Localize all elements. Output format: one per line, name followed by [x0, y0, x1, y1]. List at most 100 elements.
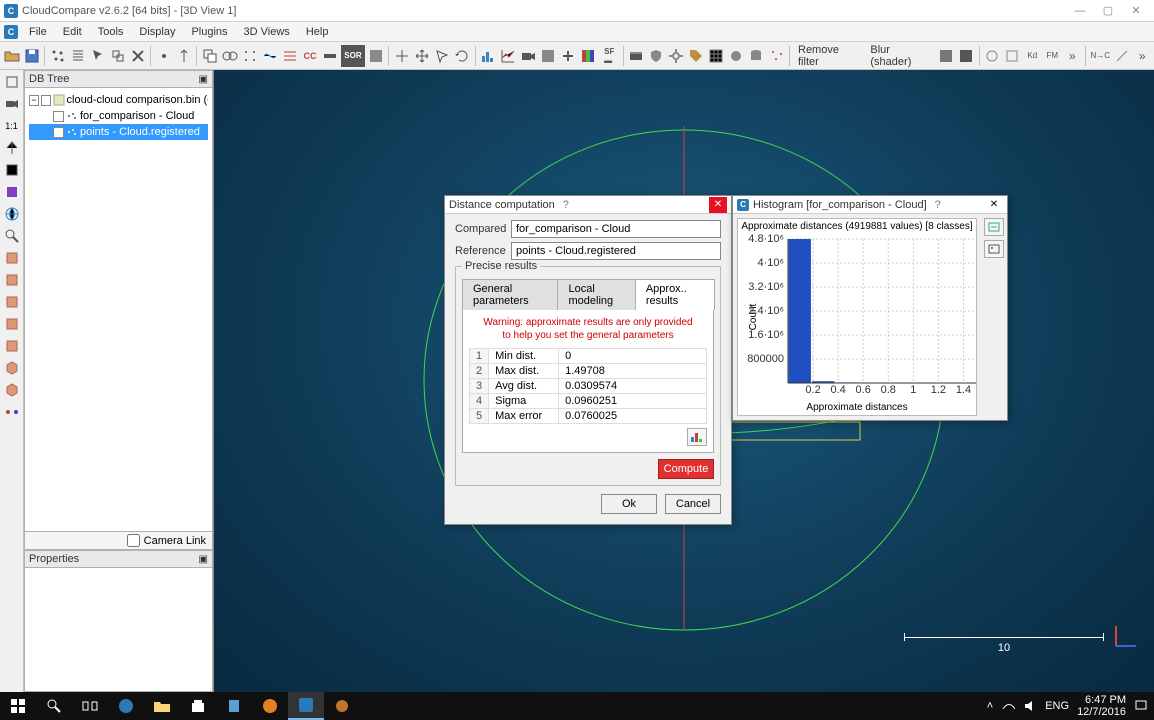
pick-rotation-icon[interactable] [2, 138, 22, 158]
movie-icon[interactable] [627, 45, 646, 67]
properties-undock-icon[interactable]: ▣ [199, 554, 208, 565]
points-icon[interactable] [767, 45, 786, 67]
close-button[interactable]: ✕ [1122, 1, 1150, 21]
menu-help[interactable]: Help [299, 24, 336, 40]
view-back-icon[interactable] [2, 270, 22, 290]
firefox-icon[interactable] [252, 692, 288, 720]
dialog-close-button[interactable]: ✕ [709, 197, 727, 213]
edge-icon[interactable] [108, 692, 144, 720]
cc-label-icon[interactable]: CC [301, 45, 320, 67]
tree-checkbox[interactable] [41, 95, 51, 106]
save-icon[interactable] [22, 45, 41, 67]
toggle-light-icon[interactable] [2, 402, 22, 422]
point-size-icon[interactable] [154, 45, 173, 67]
shader2-icon[interactable] [957, 45, 976, 67]
misc3-icon[interactable] [1113, 45, 1132, 67]
kd-label-icon[interactable]: Kd [1023, 45, 1042, 67]
delete-icon[interactable] [128, 45, 147, 67]
tray-lang[interactable]: ENG [1045, 700, 1069, 712]
normals-icon[interactable] [174, 45, 193, 67]
histogram-icon[interactable] [478, 45, 497, 67]
shield-icon[interactable] [647, 45, 666, 67]
cancel-button[interactable]: Cancel [665, 494, 721, 514]
maximize-button[interactable]: ▢ [1094, 1, 1122, 21]
register-icon[interactable] [260, 45, 279, 67]
fm-label-icon[interactable]: FM [1043, 45, 1062, 67]
camera-link-checkbox[interactable] [127, 534, 140, 547]
view-bottom-icon[interactable] [2, 336, 22, 356]
expand2-icon[interactable]: » [1133, 45, 1152, 67]
blur-shader-button[interactable]: Blur (shader) [865, 45, 935, 67]
dbtree-undock-icon[interactable]: ▣ [199, 74, 208, 85]
explorer-icon[interactable] [144, 692, 180, 720]
misc1-icon[interactable] [983, 45, 1002, 67]
expand-icon[interactable]: » [1063, 45, 1082, 67]
db-tree[interactable]: − cloud-cloud comparison.bin (C:/... for… [25, 88, 212, 144]
show-histogram-button[interactable] [687, 428, 707, 446]
add-icon[interactable] [559, 45, 578, 67]
stats-icon[interactable] [499, 45, 518, 67]
ok-button[interactable]: Ok [601, 494, 657, 514]
tray-notifications-icon[interactable] [1134, 699, 1148, 713]
cylinder-icon[interactable] [747, 45, 766, 67]
camera-icon[interactable] [519, 45, 538, 67]
tab-approx[interactable]: Approx.. results [635, 279, 715, 310]
menu-plugins[interactable]: Plugins [184, 24, 234, 40]
view-left-icon[interactable] [2, 292, 22, 312]
store-icon[interactable] [180, 692, 216, 720]
view-right-icon[interactable] [2, 314, 22, 334]
view-iso1-icon[interactable] [2, 358, 22, 378]
app-icon[interactable] [324, 692, 360, 720]
misc2-icon[interactable] [1003, 45, 1022, 67]
grid-icon[interactable] [707, 45, 726, 67]
compared-input[interactable] [511, 220, 721, 238]
tag-icon[interactable] [687, 45, 706, 67]
sampling-icon[interactable] [48, 45, 67, 67]
globe-icon[interactable] [2, 204, 22, 224]
cloudcompare-taskbar-icon[interactable] [288, 692, 324, 720]
ortho-icon[interactable] [2, 160, 22, 180]
tray-network-icon[interactable] [1001, 699, 1015, 713]
subsample-icon[interactable] [240, 45, 259, 67]
start-button[interactable] [0, 692, 36, 720]
zoom-icon[interactable] [2, 226, 22, 246]
transform-icon[interactable] [108, 45, 127, 67]
tray-chevron-icon[interactable]: ˄ [987, 700, 993, 712]
tree-checkbox[interactable] [53, 127, 64, 138]
search-icon[interactable] [36, 692, 72, 720]
tab-general[interactable]: General parameters [462, 279, 558, 310]
sphere-icon[interactable] [727, 45, 746, 67]
camera-side-icon[interactable] [2, 94, 22, 114]
clone-icon[interactable] [200, 45, 219, 67]
tree-collapse-icon[interactable]: − [29, 95, 39, 106]
menu-3dviews[interactable]: 3D Views [237, 24, 297, 40]
translate-icon[interactable] [412, 45, 431, 67]
tray-volume-icon[interactable] [1023, 699, 1037, 713]
view-front-icon[interactable] [2, 248, 22, 268]
export-image-button[interactable] [984, 240, 1004, 258]
tree-child2-row[interactable]: points - Cloud.registered [29, 124, 208, 140]
colorize-icon[interactable] [539, 45, 558, 67]
notepad-icon[interactable] [216, 692, 252, 720]
dialog-close-button[interactable]: ✕ [985, 197, 1003, 213]
menu-display[interactable]: Display [132, 24, 182, 40]
one-to-one-icon[interactable]: 1:1 [2, 116, 22, 136]
pick-icon[interactable] [88, 45, 107, 67]
menu-tools[interactable]: Tools [91, 24, 131, 40]
view-iso2-icon[interactable] [2, 380, 22, 400]
menu-edit[interactable]: Edit [56, 24, 89, 40]
sor-label-icon[interactable]: SOR [341, 45, 366, 67]
menu-file[interactable]: File [22, 24, 54, 40]
segment-icon[interactable] [432, 45, 451, 67]
tree-child1-row[interactable]: for_comparison - Cloud [29, 108, 208, 124]
minimize-button[interactable]: ― [1066, 1, 1094, 21]
list-icon[interactable] [68, 45, 87, 67]
rotate-icon[interactable] [452, 45, 471, 67]
dialog-help-button[interactable]: ? [927, 197, 949, 213]
cube-purple-icon[interactable] [2, 182, 22, 202]
tree-checkbox[interactable] [53, 111, 64, 122]
tray-clock[interactable]: 6:47 PM 12/7/2016 [1077, 694, 1126, 718]
taskview-icon[interactable] [72, 692, 108, 720]
open-icon[interactable] [2, 45, 21, 67]
reference-input[interactable] [511, 242, 721, 260]
